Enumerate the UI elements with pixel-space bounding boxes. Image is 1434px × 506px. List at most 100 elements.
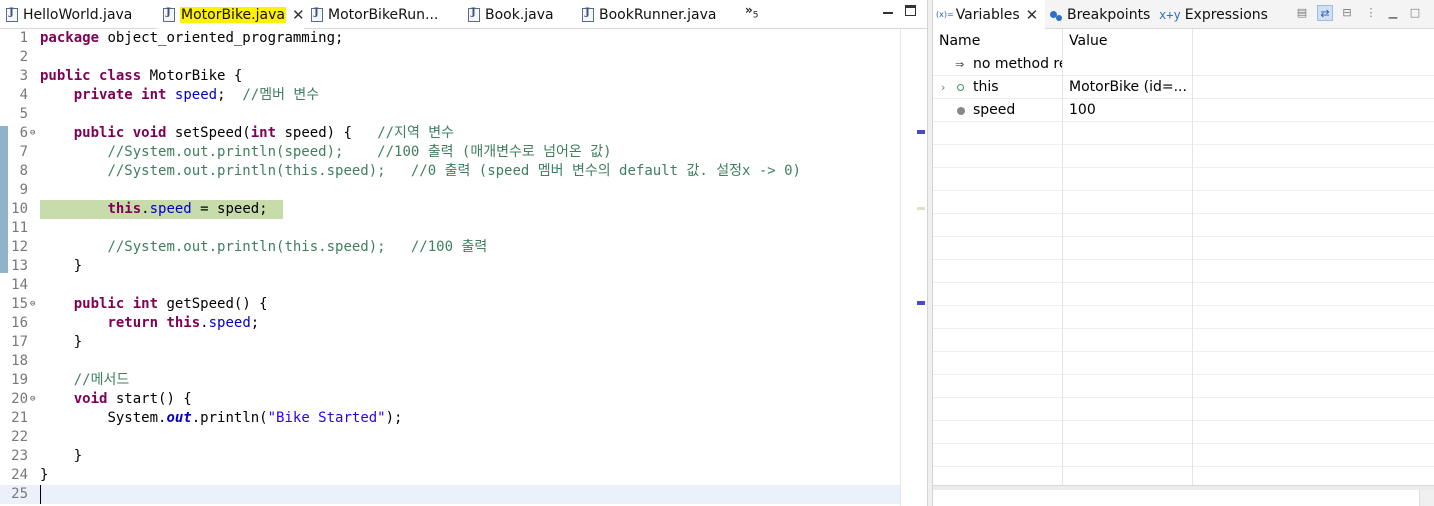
java-file-icon: [6, 7, 18, 22]
tab-motorbikerunner-java[interactable]: MotorBikeRun...: [305, 0, 455, 29]
minimize-icon[interactable]: ▁: [1385, 5, 1401, 21]
line-number: 5: [19, 106, 28, 122]
close-icon[interactable]: ✕: [1026, 6, 1039, 24]
tab-breakpoints[interactable]: Breakpoints: [1049, 0, 1157, 29]
java-file-icon: [582, 7, 594, 22]
overview-ruler[interactable]: [900, 29, 927, 506]
empty-row: [933, 375, 1434, 398]
overview-marker[interactable]: [917, 130, 925, 134]
show-logical-structure-icon[interactable]: ⇄: [1317, 5, 1333, 21]
tab-variables[interactable]: (x)= Variables ✕: [933, 0, 1045, 29]
empty-row: [933, 214, 1434, 237]
table-header: Name Value: [933, 29, 1434, 53]
code-line: 12 //System.out.println(this.speed); //1…: [0, 238, 900, 257]
close-icon[interactable]: ✕: [292, 6, 305, 24]
detail-pane-splitter[interactable]: [933, 485, 1434, 490]
code-line: 24}: [0, 466, 900, 485]
code-line: 21 System.out.println("Bike Started");: [0, 409, 900, 428]
code-line: 15 ⊖ public int getSpeed() {: [0, 295, 900, 314]
tab-label: Breakpoints: [1067, 6, 1151, 23]
table-row[interactable]: ⇒ no method re: [933, 53, 1434, 76]
editor-tab-bar: HelloWorld.java MotorBike.java ✕ MotorBi…: [0, 0, 927, 29]
empty-row: [933, 283, 1434, 306]
column-divider[interactable]: [1192, 29, 1193, 485]
debug-views-tab-bar: (x)= Variables ✕ Breakpoints x+y Express…: [933, 0, 1434, 29]
tab-label: Expressions: [1184, 6, 1268, 23]
variable-name: speed: [973, 102, 1016, 118]
variable-value: 100: [1069, 102, 1096, 118]
collapse-all-icon[interactable]: ⊟: [1339, 5, 1355, 21]
table-row[interactable]: › this MotorBike (id=...: [933, 76, 1434, 99]
maximize-icon[interactable]: [905, 5, 916, 16]
column-divider[interactable]: [1062, 29, 1063, 485]
fold-minus-icon[interactable]: ⊖: [30, 390, 35, 409]
java-file-icon: [163, 7, 175, 22]
view-menu-icon[interactable]: ⋮: [1363, 5, 1379, 21]
variables-view: (x)= Variables ✕ Breakpoints x+y Express…: [933, 0, 1434, 506]
empty-row: [933, 398, 1434, 421]
line-number: 15: [11, 296, 28, 312]
code-line: 4 private int speed; //멤버 변수: [0, 86, 900, 105]
line-number: 16: [11, 315, 28, 331]
code-line: 7 //System.out.println(speed); //100 출력 …: [0, 143, 900, 162]
chevron-double-right-icon: »: [745, 3, 753, 17]
empty-row: [933, 122, 1434, 145]
line-number: 20: [11, 391, 28, 407]
line-number: 24: [11, 467, 28, 483]
overview-marker[interactable]: [917, 207, 925, 210]
variable-name: this: [973, 79, 999, 95]
table-row[interactable]: speed 100: [933, 99, 1434, 122]
line-number: 11: [11, 220, 28, 236]
column-header-value[interactable]: Value: [1063, 29, 1192, 53]
code-line: 11: [0, 219, 900, 238]
tab-helloworld-java[interactable]: HelloWorld.java: [0, 0, 156, 29]
maximize-icon[interactable]: □: [1407, 5, 1423, 21]
line-number: 25: [11, 486, 28, 502]
minimize-icon[interactable]: [883, 6, 893, 14]
line-number: 14: [11, 277, 28, 293]
fold-minus-icon[interactable]: ⊖: [30, 295, 35, 314]
empty-row: [933, 145, 1434, 168]
line-number: 12: [11, 239, 28, 255]
code-line: 17 }: [0, 333, 900, 352]
code-line: 8 //System.out.println(this.speed); //0 …: [0, 162, 900, 181]
chevron-right-icon[interactable]: ›: [941, 76, 945, 99]
tab-label: Variables: [955, 6, 1020, 23]
fold-minus-icon[interactable]: ⊖: [30, 124, 35, 143]
line-number: 17: [11, 334, 28, 350]
line-number: 10: [11, 201, 28, 217]
line-number: 18: [11, 353, 28, 369]
empty-row: [933, 421, 1434, 444]
empty-row: [933, 168, 1434, 191]
line-number: 3: [19, 68, 28, 84]
tab-motorbike-java[interactable]: MotorBike.java ✕: [157, 0, 305, 29]
column-header-name[interactable]: Name: [933, 29, 1062, 53]
tab-expressions[interactable]: x+y Expressions: [1159, 0, 1269, 29]
code-line: 14: [0, 276, 900, 295]
line-number: 22: [11, 429, 28, 445]
current-debug-line: 10 this.speed = speed;: [0, 200, 900, 219]
variable-name: no method re: [973, 56, 1062, 72]
line-number: 9: [19, 182, 28, 198]
java-file-icon: [311, 7, 323, 22]
private-field-icon: [957, 107, 965, 115]
overview-marker[interactable]: [917, 301, 925, 305]
variable-value: MotorBike (id=...: [1069, 79, 1187, 95]
show-type-names-icon[interactable]: ▤: [1294, 5, 1310, 21]
java-editor[interactable]: HelloWorld.java MotorBike.java ✕ MotorBi…: [0, 0, 927, 506]
breakpoints-icon: [1049, 8, 1063, 22]
tab-label: BookRunner.java: [599, 6, 717, 23]
code-line: 19 //메서드: [0, 371, 900, 390]
line-number: 19: [11, 372, 28, 388]
tab-overflow-button[interactable]: »5: [745, 3, 759, 20]
tab-bookrunner-java[interactable]: BookRunner.java: [576, 0, 736, 29]
code-line: 3 public class MotorBike {: [0, 67, 900, 86]
variables-table[interactable]: Name Value ⇒ no method re › this MotorBi…: [933, 29, 1434, 485]
code-line: 5: [0, 105, 900, 124]
tab-book-java[interactable]: Book.java: [462, 0, 582, 29]
empty-row: [933, 260, 1434, 283]
tab-label: MotorBikeRun...: [328, 6, 439, 23]
scrollbar-corner: [1419, 490, 1434, 506]
variable-value: [1063, 53, 1192, 75]
empty-row: [933, 352, 1434, 375]
